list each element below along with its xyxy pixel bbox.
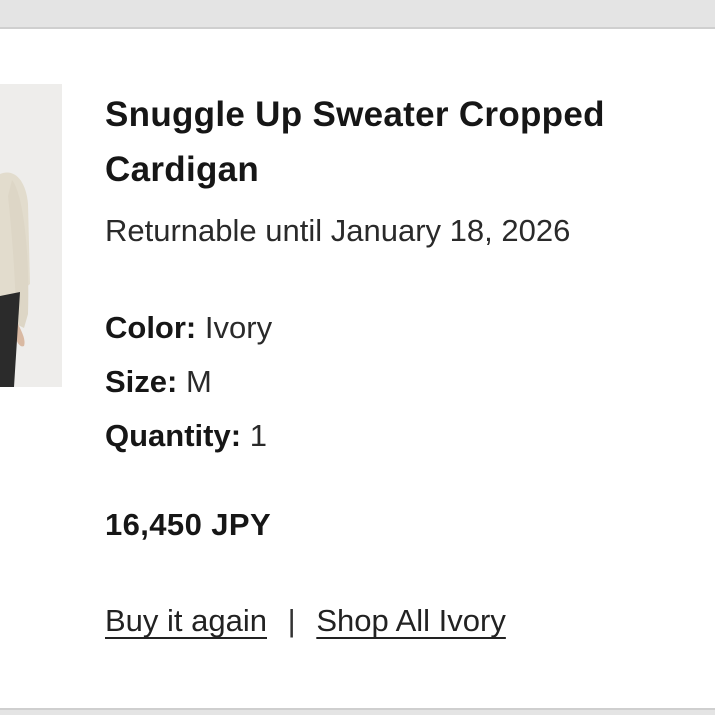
- attribute-value: M: [185, 364, 212, 399]
- attribute-color: Color: Ivory: [105, 301, 705, 355]
- attribute-label: Color:: [105, 310, 197, 345]
- attribute-quantity: Quantity: 1: [105, 409, 705, 463]
- product-details: Snuggle Up Sweater Cropped Cardigan Retu…: [105, 87, 705, 641]
- item-actions: Buy it again | Shop All Ivory: [105, 601, 705, 641]
- returnable-until-text: Returnable until January 18, 2026: [105, 213, 571, 248]
- product-attributes: Color: Ivory Size: M Quantity: 1: [105, 301, 705, 463]
- attribute-label: Quantity:: [105, 418, 242, 453]
- shop-all-ivory-link[interactable]: Shop All Ivory: [316, 603, 506, 638]
- product-price: 16,450 JPY: [105, 507, 272, 542]
- attribute-size: Size: M: [105, 355, 705, 409]
- product-photo: [0, 84, 62, 387]
- order-item-card: Snuggle Up Sweater Cropped Cardigan Retu…: [0, 27, 715, 710]
- attribute-value: 1: [249, 418, 267, 453]
- product-thumbnail[interactable]: [0, 84, 62, 387]
- link-separator: |: [287, 603, 296, 638]
- attribute-value: Ivory: [204, 310, 273, 345]
- attribute-label: Size:: [105, 364, 178, 399]
- buy-again-link[interactable]: Buy it again: [105, 603, 267, 638]
- product-title[interactable]: Snuggle Up Sweater Cropped Cardigan: [105, 87, 705, 197]
